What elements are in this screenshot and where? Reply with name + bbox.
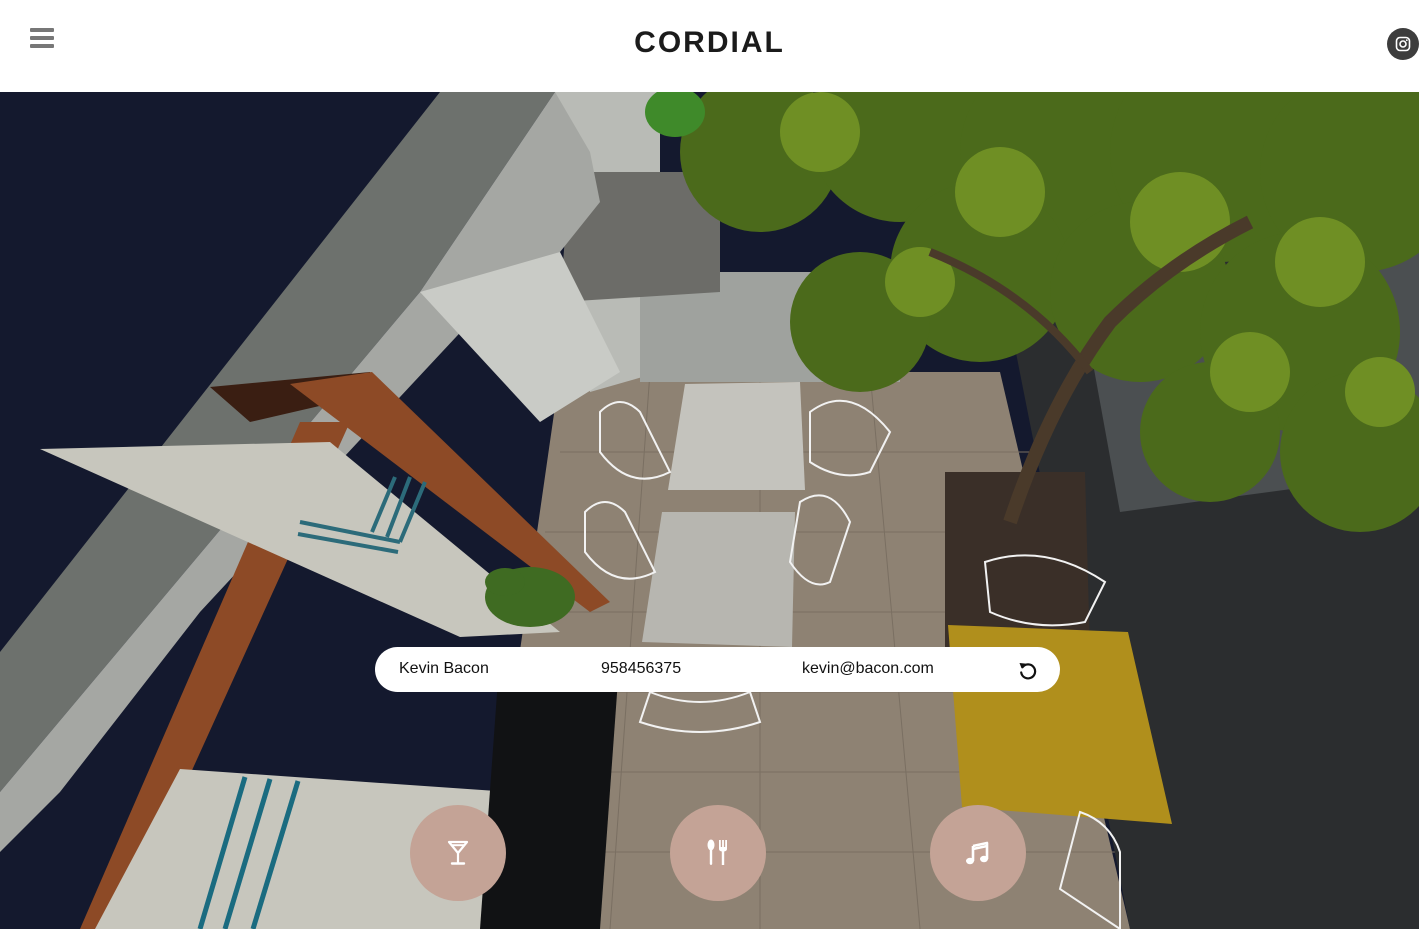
top-header: CORDIAL	[0, 0, 1419, 92]
reservation-summary-bar: Kevin Bacon 958456375 kevin@bacon.com	[375, 647, 1060, 692]
instagram-icon[interactable]	[1387, 28, 1419, 60]
brand-logo[interactable]: CORDIAL	[0, 26, 1419, 60]
3d-terrace-scene[interactable]	[0, 92, 1419, 929]
cutlery-icon	[707, 839, 727, 865]
guest-name: Kevin Bacon	[399, 660, 489, 677]
cocktail-icon	[447, 840, 469, 865]
drinks-button[interactable]	[410, 805, 506, 901]
guest-phone: 958456375	[601, 660, 682, 677]
reset-icon[interactable]	[1015, 657, 1041, 683]
music-button[interactable]	[930, 805, 1026, 901]
terrace-render	[0, 92, 1419, 929]
music-note-icon	[966, 841, 989, 865]
guest-email: kevin@bacon.com	[802, 660, 934, 677]
food-button[interactable]	[670, 805, 766, 901]
